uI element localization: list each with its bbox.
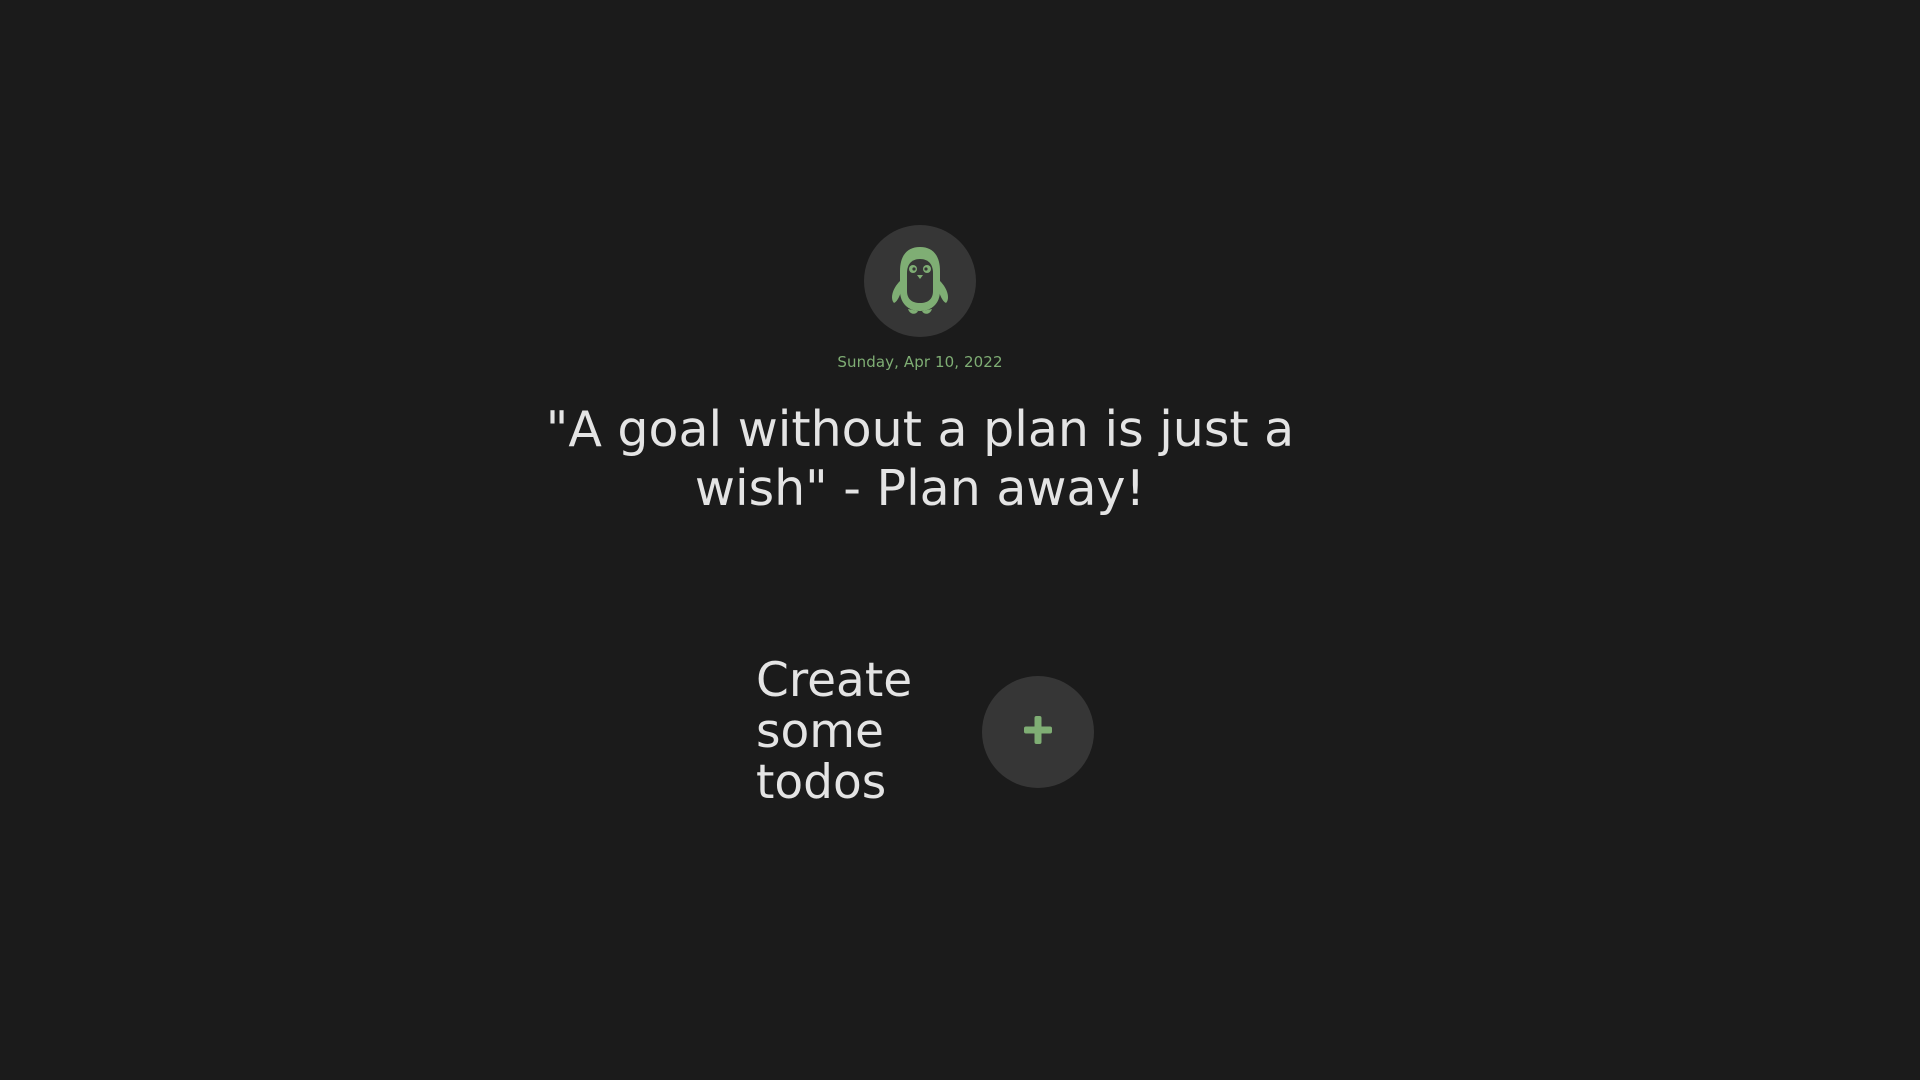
motivational-quote: "A goal without a plan is just a wish" -… [545,401,1295,517]
empty-state: Create some todos [756,655,1094,808]
app-page: Sunday, Apr 10, 2022 "A goal without a p… [0,0,1920,1080]
penguin-icon [880,241,960,321]
plus-icon [1022,714,1054,750]
add-todo-button[interactable] [982,675,1094,788]
create-todos-prompt: Create some todos [756,653,913,810]
avatar [864,225,976,337]
current-date: Sunday, Apr 10, 2022 [837,353,1003,371]
